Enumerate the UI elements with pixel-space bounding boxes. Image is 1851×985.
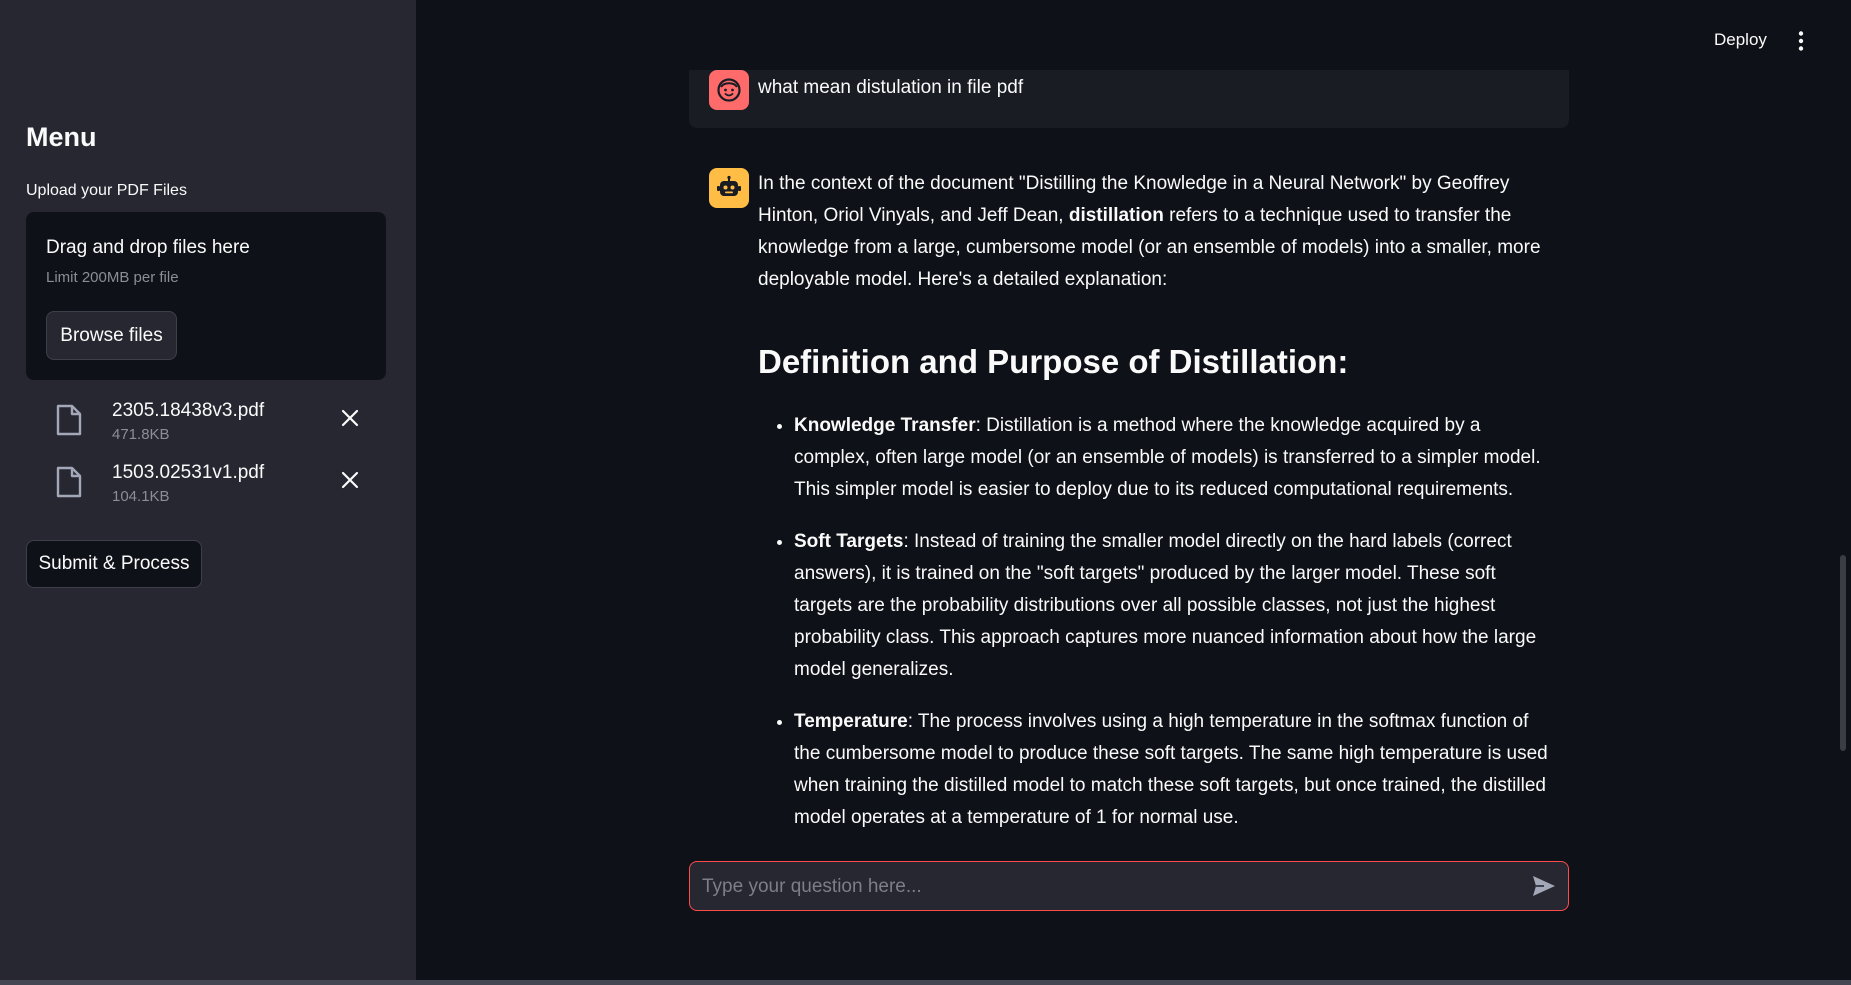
- file-size: 471.8KB: [112, 426, 170, 443]
- dropzone-limit: Limit 200MB per file: [46, 269, 179, 286]
- submit-process-button[interactable]: Submit & Process: [26, 540, 202, 588]
- deploy-button[interactable]: Deploy: [1714, 30, 1767, 50]
- question-input[interactable]: [700, 862, 1504, 912]
- file-size: 104.1KB: [112, 488, 170, 505]
- user-chat-message: what mean distulation in file pdf: [689, 70, 1569, 128]
- uploaded-file-item: 2305.18438v3.pdf 471.8KB: [26, 398, 386, 454]
- answer-bullet-list: Knowledge Transfer: Distillation is a me…: [758, 410, 1558, 834]
- more-vertical-icon[interactable]: [1790, 30, 1812, 52]
- robot-icon: [717, 175, 741, 196]
- close-icon[interactable]: [340, 408, 360, 428]
- bold-term: distillation: [1068, 205, 1164, 226]
- user-face-icon: [717, 78, 741, 102]
- dropzone-title: Drag and drop files here: [46, 237, 250, 258]
- sidebar-title: Menu: [26, 122, 97, 152]
- file-icon: [56, 404, 82, 436]
- sidebar: Menu Upload your PDF Files Drag and drop…: [0, 0, 416, 985]
- file-name: 2305.18438v3.pdf: [112, 400, 265, 421]
- list-item: Knowledge Transfer: Distillation is a me…: [794, 410, 1558, 506]
- upload-label: Upload your PDF Files: [26, 182, 187, 199]
- user-avatar: [709, 70, 749, 110]
- answer-heading: Definition and Purpose of Distillation:: [758, 343, 1349, 380]
- assistant-avatar: [709, 168, 749, 208]
- list-item: Temperature: The process involves using …: [794, 706, 1558, 834]
- answer-intro: In the context of the document "Distilli…: [758, 173, 1541, 290]
- bottom-divider: [0, 980, 1851, 985]
- assistant-answer: In the context of the document "Distilli…: [758, 168, 1558, 854]
- file-icon: [56, 466, 82, 498]
- scrollbar[interactable]: [1840, 555, 1846, 751]
- list-item: Soft Targets: Instead of training the sm…: [794, 526, 1558, 686]
- user-message-text: what mean distulation in file pdf: [758, 77, 1024, 98]
- close-icon[interactable]: [340, 470, 360, 490]
- file-dropzone[interactable]: Drag and drop files here Limit 200MB per…: [26, 212, 386, 380]
- chat-input-box: [689, 861, 1569, 912]
- browse-files-button[interactable]: Browse files: [46, 311, 177, 360]
- send-icon[interactable]: [1532, 875, 1556, 897]
- file-name: 1503.02531v1.pdf: [112, 462, 265, 483]
- uploaded-file-item: 1503.02531v1.pdf 104.1KB: [26, 460, 386, 516]
